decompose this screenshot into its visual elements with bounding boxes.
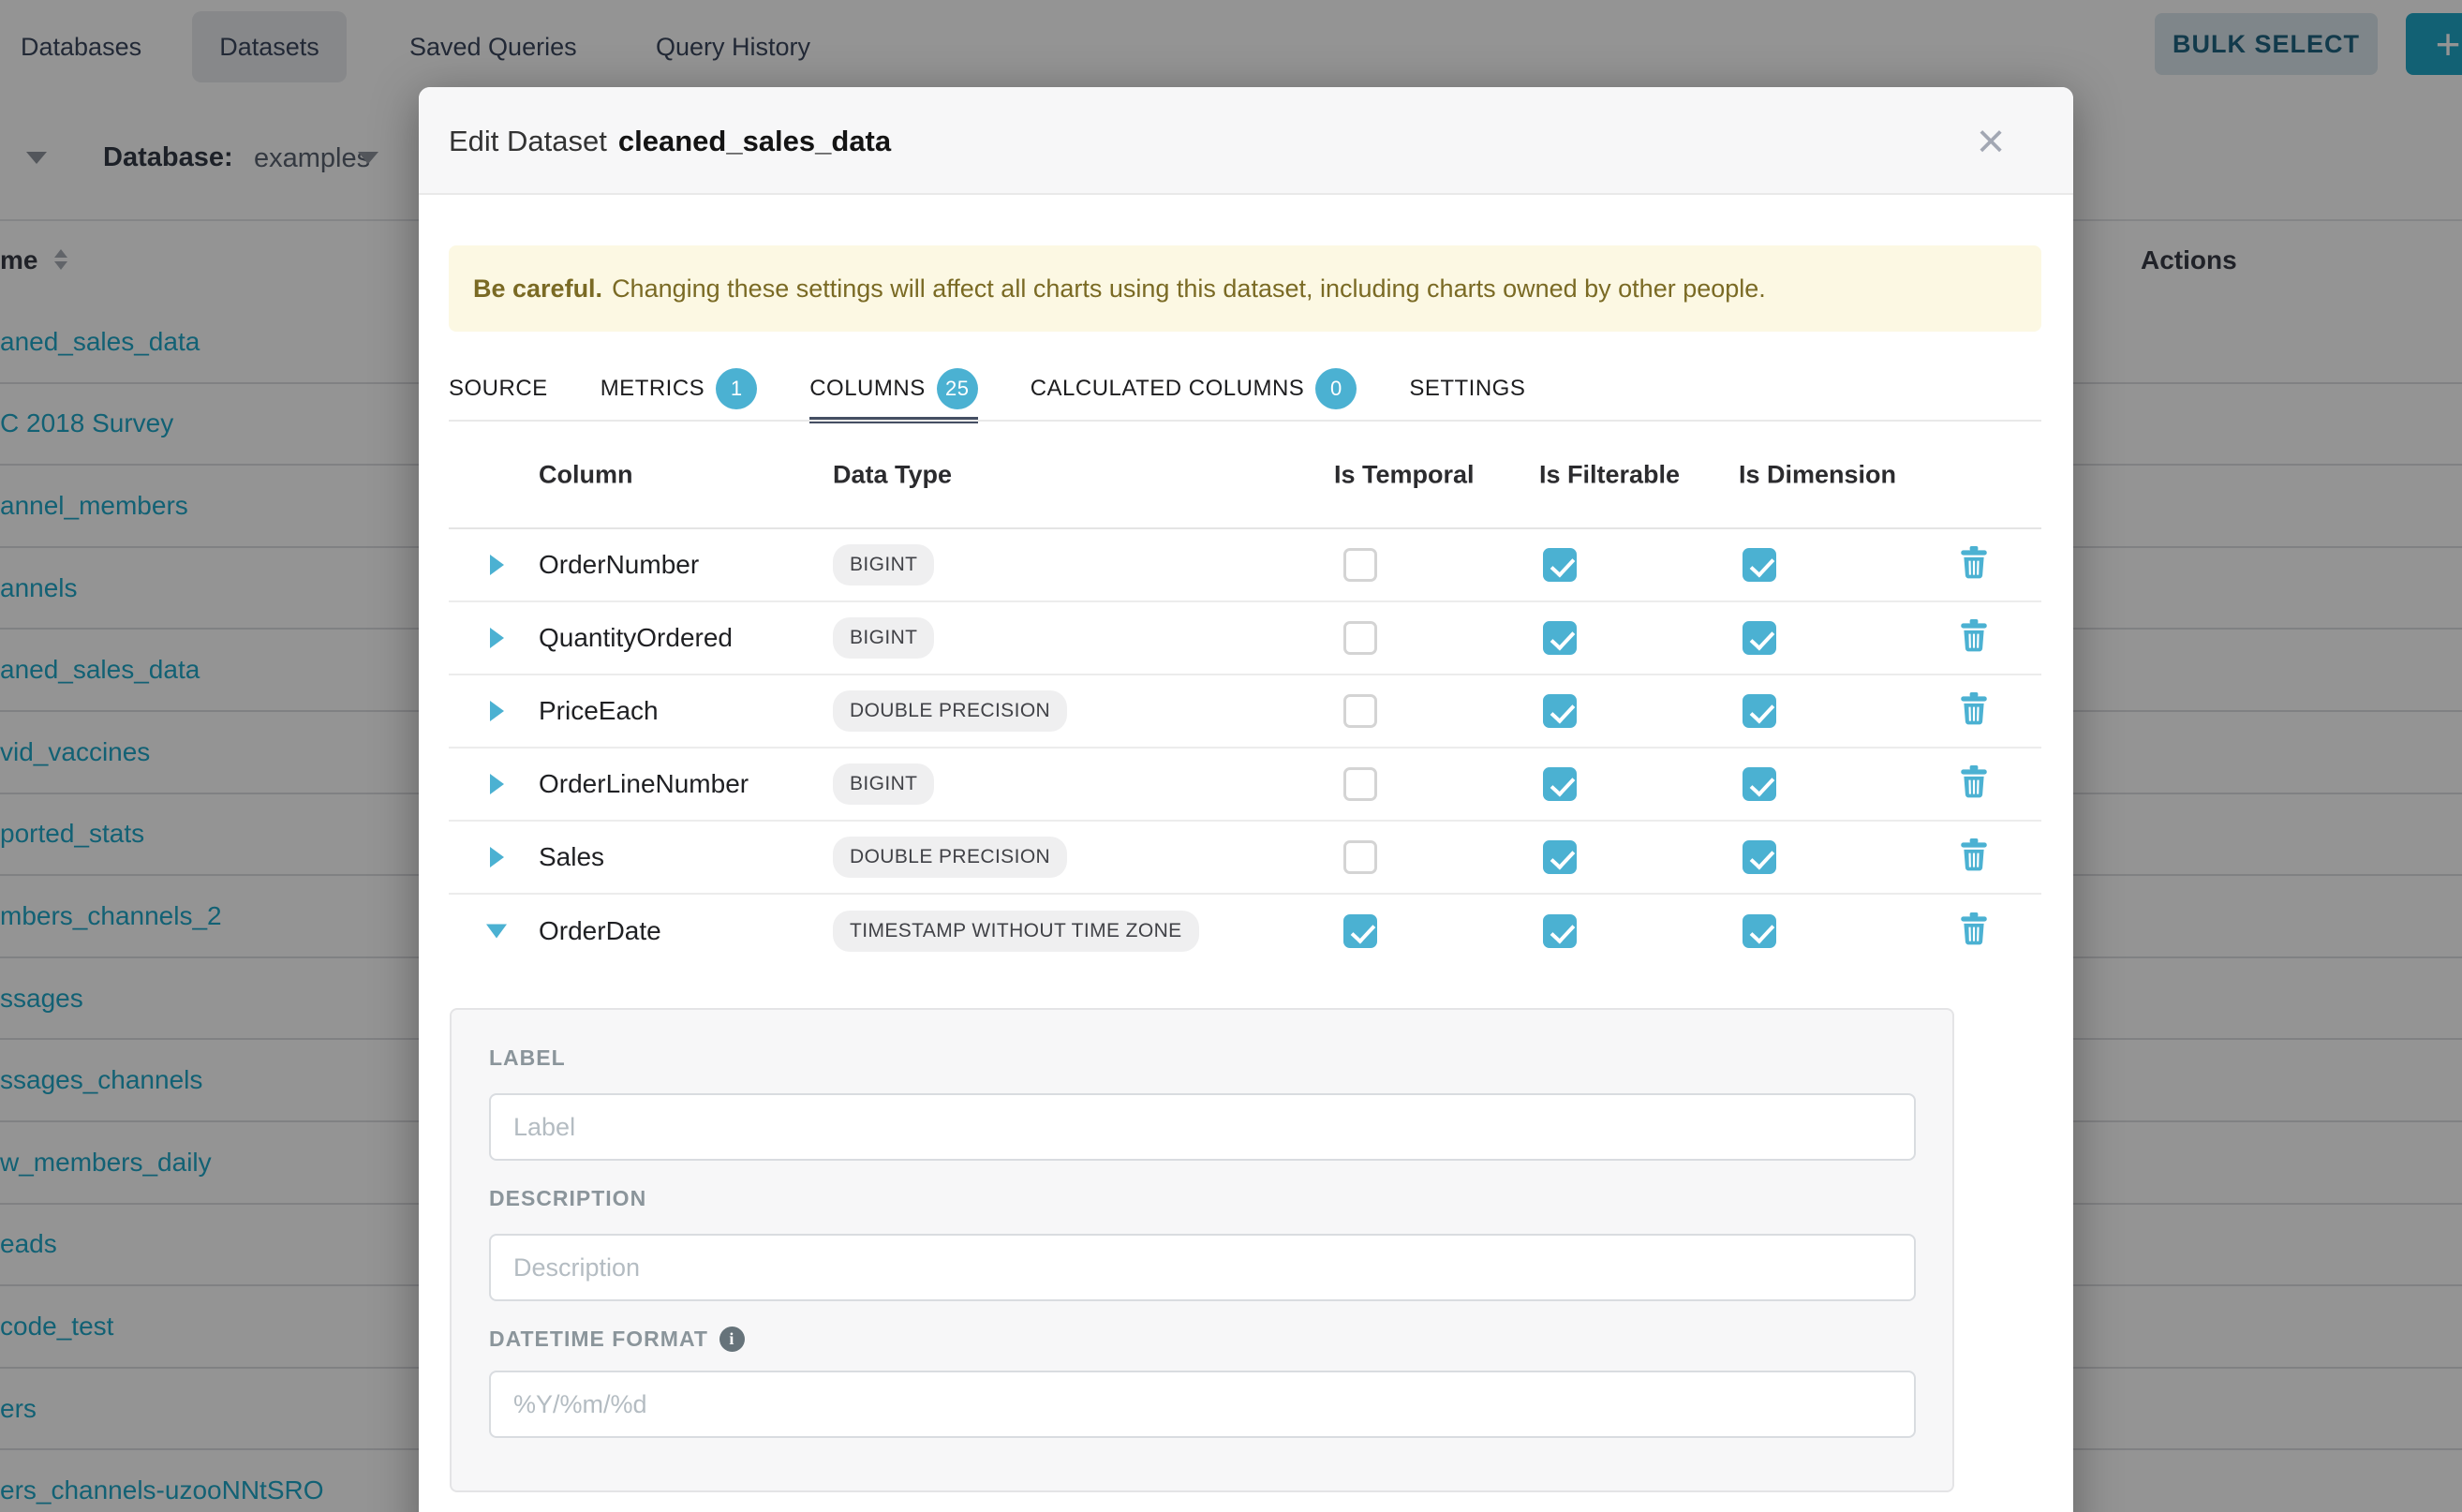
delete-column-icon[interactable] — [1960, 692, 1988, 730]
column-name: Sales — [539, 842, 604, 872]
is-dimension-checkbox[interactable] — [1743, 767, 1776, 801]
delete-column-icon[interactable] — [1960, 619, 1988, 657]
tab-label: CALCULATED COLUMNS — [1031, 376, 1305, 402]
tab-count-badge: 0 — [1315, 368, 1357, 409]
is-temporal-checkbox[interactable] — [1343, 548, 1377, 582]
delete-column-icon[interactable] — [1960, 838, 1988, 876]
tab-count-badge: 25 — [937, 368, 978, 409]
tab-label: METRICS — [601, 376, 705, 402]
expand-caret-icon[interactable] — [490, 555, 504, 575]
datetime-format-input[interactable] — [489, 1371, 1916, 1438]
data-type-badge: DOUBLE PRECISION — [833, 690, 1067, 732]
column-header-is-dimension: Is Dimension — [1739, 460, 1896, 489]
close-icon[interactable]: × — [1961, 111, 2021, 171]
expand-caret-icon[interactable] — [490, 628, 504, 648]
delete-column-icon[interactable] — [1960, 765, 1988, 803]
data-type-badge: BIGINT — [833, 544, 934, 586]
expand-caret-icon[interactable] — [490, 774, 504, 794]
column-row-orderdate: OrderDate TIMESTAMP WITHOUT TIME ZONE — [449, 895, 2041, 968]
tab-count-badge: 1 — [716, 368, 757, 409]
is-dimension-checkbox[interactable] — [1743, 840, 1776, 874]
is-filterable-checkbox[interactable] — [1543, 694, 1577, 728]
tab-label: SOURCE — [449, 376, 548, 402]
tab-source[interactable]: SOURCE — [449, 356, 548, 422]
column-header-data-type: Data Type — [833, 460, 952, 489]
tab-metrics[interactable]: METRICS 1 — [601, 356, 758, 422]
is-dimension-checkbox[interactable] — [1743, 621, 1776, 655]
column-row-sales: Sales DOUBLE PRECISION — [449, 822, 2041, 895]
modal-header: Edit Dataset cleaned_sales_data × — [419, 87, 2073, 195]
is-dimension-checkbox[interactable] — [1743, 694, 1776, 728]
column-header-is-temporal: Is Temporal — [1334, 460, 1475, 489]
collapse-caret-icon[interactable] — [486, 925, 507, 939]
is-temporal-checkbox[interactable] — [1343, 694, 1377, 728]
tab-calculated-columns[interactable]: CALCULATED COLUMNS 0 — [1031, 356, 1357, 422]
column-row-priceeach: PriceEach DOUBLE PRECISION — [449, 675, 2041, 749]
expand-caret-icon[interactable] — [490, 847, 504, 867]
modal-tabs: SOURCE METRICS 1 COLUMNS 25 CALCULATED COLUMN… — [449, 356, 1525, 422]
tab-label: SETTINGS — [1409, 376, 1525, 402]
column-row-ordernumber: OrderNumber BIGINT — [449, 529, 2041, 602]
tab-columns[interactable]: COLUMNS 25 — [809, 356, 978, 422]
column-header-is-filterable: Is Filterable — [1539, 460, 1680, 489]
data-type-badge: TIMESTAMP WITHOUT TIME ZONE — [833, 911, 1199, 952]
column-detail-panel: LABEL DESCRIPTION DATETIME FORMAT i — [450, 1008, 1954, 1492]
column-name: QuantityOrdered — [539, 623, 733, 653]
tab-label: COLUMNS — [809, 376, 926, 402]
modal-title-prefix: Edit Dataset — [449, 125, 607, 158]
is-filterable-checkbox[interactable] — [1543, 914, 1577, 948]
delete-column-icon[interactable] — [1960, 912, 1988, 950]
warning-text: Changing these settings will affect all … — [612, 274, 1766, 304]
datasets-page: Databases Datasets Saved Queries Query H… — [0, 0, 2462, 1512]
column-name: OrderDate — [539, 916, 661, 946]
data-type-badge: BIGINT — [833, 617, 934, 659]
is-temporal-checkbox[interactable] — [1343, 767, 1377, 801]
is-filterable-checkbox[interactable] — [1543, 840, 1577, 874]
warning-bold-text: Be careful. — [473, 274, 602, 304]
is-temporal-checkbox[interactable] — [1343, 840, 1377, 874]
delete-column-icon[interactable] — [1960, 546, 1988, 584]
edit-dataset-modal: Edit Dataset cleaned_sales_data × Be car… — [419, 87, 2073, 1512]
modal-title: Edit Dataset cleaned_sales_data — [449, 87, 891, 195]
column-header-column: Column — [539, 460, 633, 489]
data-type-badge: DOUBLE PRECISION — [833, 837, 1067, 878]
tab-settings[interactable]: SETTINGS — [1409, 356, 1525, 422]
column-name: PriceEach — [539, 696, 659, 726]
label-input[interactable] — [489, 1093, 1916, 1161]
datetime-format-field-label: DATETIME FORMAT i — [489, 1327, 745, 1352]
is-filterable-checkbox[interactable] — [1543, 621, 1577, 655]
warning-banner: Be careful. Changing these settings will… — [449, 245, 2041, 332]
column-row-quantityordered: QuantityOrdered BIGINT — [449, 602, 2041, 675]
is-temporal-checkbox[interactable] — [1343, 914, 1377, 948]
columns-table-body: OrderNumber BIGINT QuantityOrdered BIGINT Pr… — [449, 529, 2041, 968]
column-name: OrderNumber — [539, 550, 699, 580]
is-filterable-checkbox[interactable] — [1543, 767, 1577, 801]
is-temporal-checkbox[interactable] — [1343, 621, 1377, 655]
label-field-label: LABEL — [489, 1045, 566, 1071]
info-icon[interactable]: i — [719, 1327, 745, 1352]
modal-title-dataset-name: cleaned_sales_data — [618, 125, 891, 158]
is-dimension-checkbox[interactable] — [1743, 548, 1776, 582]
is-dimension-checkbox[interactable] — [1743, 914, 1776, 948]
data-type-badge: BIGINT — [833, 763, 934, 805]
description-field-label: DESCRIPTION — [489, 1186, 646, 1211]
expand-caret-icon[interactable] — [490, 701, 504, 721]
column-name: OrderLineNumber — [539, 769, 749, 799]
columns-table-header: Column Data Type Is Temporal Is Filterable I… — [449, 422, 2041, 529]
is-filterable-checkbox[interactable] — [1543, 548, 1577, 582]
description-input[interactable] — [489, 1234, 1916, 1301]
column-row-orderlinenumber: OrderLineNumber BIGINT — [449, 749, 2041, 822]
